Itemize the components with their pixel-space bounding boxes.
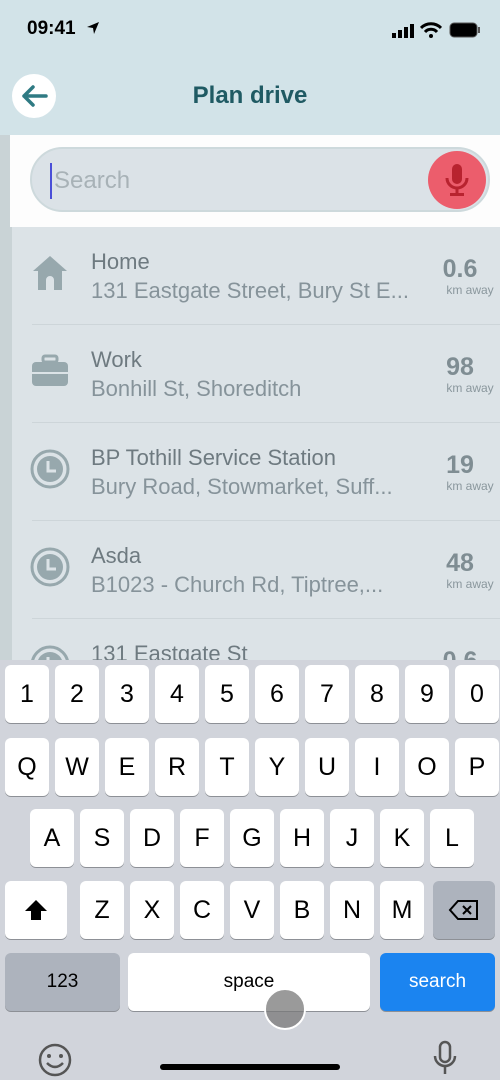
key-2[interactable]: 2	[55, 665, 99, 723]
backspace-icon	[448, 900, 478, 920]
destination-list: Home 131 Eastgate Street, Bury St E... 0…	[12, 227, 500, 660]
place-address: 131 Eastgate Street, Bury St E...	[91, 278, 409, 303]
key-7[interactable]: 7	[305, 665, 349, 723]
emoji-icon[interactable]	[37, 1042, 73, 1078]
key-z[interactable]: Z	[80, 881, 124, 939]
voice-search-button[interactable]	[428, 151, 486, 209]
key-1[interactable]: 1	[5, 665, 49, 723]
key-v[interactable]: V	[230, 881, 274, 939]
clock-icon	[30, 645, 70, 660]
clock: 09:41	[27, 18, 76, 39]
distance-unit: km away	[446, 381, 494, 395]
key-j[interactable]: J	[330, 809, 374, 867]
key-g[interactable]: G	[230, 809, 274, 867]
home-icon	[30, 253, 70, 293]
key-c[interactable]: C	[180, 881, 224, 939]
place-address: Bury Road, Stowmarket, Suff...	[91, 474, 393, 499]
key-8[interactable]: 8	[355, 665, 399, 723]
distance-value: 0.6	[430, 647, 490, 660]
place-address: B1023 - Church Rd, Tiptree,...	[91, 572, 384, 597]
place-name: BP Tothill Service Station	[91, 445, 336, 470]
key-6[interactable]: 6	[255, 665, 299, 723]
place-address: Bonhill St, Shoreditch	[91, 376, 302, 401]
search-input[interactable]	[50, 163, 430, 199]
place-name: 131 Eastgate St	[91, 641, 248, 660]
search-field[interactable]	[30, 147, 490, 212]
list-item[interactable]: Asda B1023 - Church Rd, Tiptree,... 48 k…	[12, 521, 500, 619]
distance-unit: km away	[446, 283, 494, 297]
page-title: Plan drive	[192, 82, 308, 109]
touch-indicator	[264, 988, 306, 1030]
home-indicator	[160, 1064, 340, 1070]
status-bar: 09:41	[0, 0, 500, 60]
key-w[interactable]: W	[55, 738, 99, 796]
shift-icon	[25, 900, 47, 920]
list-item[interactable]: Work Bonhill St, Shoreditch 98 km away	[12, 325, 500, 423]
list-item[interactable]: Home 131 Eastgate Street, Bury St E... 0…	[12, 227, 500, 325]
distance-value: 19	[446, 451, 474, 479]
search-key[interactable]: search	[380, 953, 495, 1011]
key-y[interactable]: Y	[255, 738, 299, 796]
keyboard	[0, 660, 500, 1080]
key-d[interactable]: D	[130, 809, 174, 867]
briefcase-icon	[30, 351, 70, 391]
place-name: Work	[91, 347, 142, 372]
key-f[interactable]: F	[180, 809, 224, 867]
space-key[interactable]: space	[128, 953, 370, 1011]
key-k[interactable]: K	[380, 809, 424, 867]
key-e[interactable]: E	[105, 738, 149, 796]
distance-value: 48	[446, 549, 474, 577]
key-u[interactable]: U	[305, 738, 349, 796]
distance-unit: km away	[446, 479, 494, 493]
key-n[interactable]: N	[330, 881, 374, 939]
key-9[interactable]: 9	[405, 665, 449, 723]
key-4[interactable]: 4	[155, 665, 199, 723]
microphone-icon	[445, 164, 469, 196]
location-arrow-icon	[87, 22, 99, 34]
key-i[interactable]: I	[355, 738, 399, 796]
wifi-icon	[420, 22, 442, 38]
key-m[interactable]: M	[380, 881, 424, 939]
key-x[interactable]: X	[130, 881, 174, 939]
numbers-key[interactable]: 123	[5, 953, 120, 1011]
key-a[interactable]: A	[30, 809, 74, 867]
key-r[interactable]: R	[155, 738, 199, 796]
key-p[interactable]: P	[455, 738, 499, 796]
list-item[interactable]: 131 Eastgate St 0.6	[12, 619, 500, 660]
key-l[interactable]: L	[430, 809, 474, 867]
key-b[interactable]: B	[280, 881, 324, 939]
list-item[interactable]: BP Tothill Service Station Bury Road, St…	[12, 423, 500, 521]
key-s[interactable]: S	[80, 809, 124, 867]
signal-icon	[392, 24, 414, 38]
dictation-mic-icon[interactable]	[432, 1040, 458, 1078]
backspace-key[interactable]	[433, 881, 495, 939]
key-q[interactable]: Q	[5, 738, 49, 796]
battery-icon	[449, 22, 480, 38]
key-t[interactable]: T	[205, 738, 249, 796]
clock-icon	[30, 547, 70, 587]
key-5[interactable]: 5	[205, 665, 249, 723]
shift-key[interactable]	[5, 881, 67, 939]
distance-value: 98	[446, 353, 474, 381]
place-name: Home	[91, 249, 150, 274]
key-h[interactable]: H	[280, 809, 324, 867]
place-name: Asda	[91, 543, 142, 568]
distance-value: 0.6	[442, 255, 478, 283]
key-0[interactable]: 0	[455, 665, 499, 723]
key-3[interactable]: 3	[105, 665, 149, 723]
distance-unit: km away	[446, 577, 494, 591]
key-o[interactable]: O	[405, 738, 449, 796]
clock-icon	[30, 449, 70, 489]
